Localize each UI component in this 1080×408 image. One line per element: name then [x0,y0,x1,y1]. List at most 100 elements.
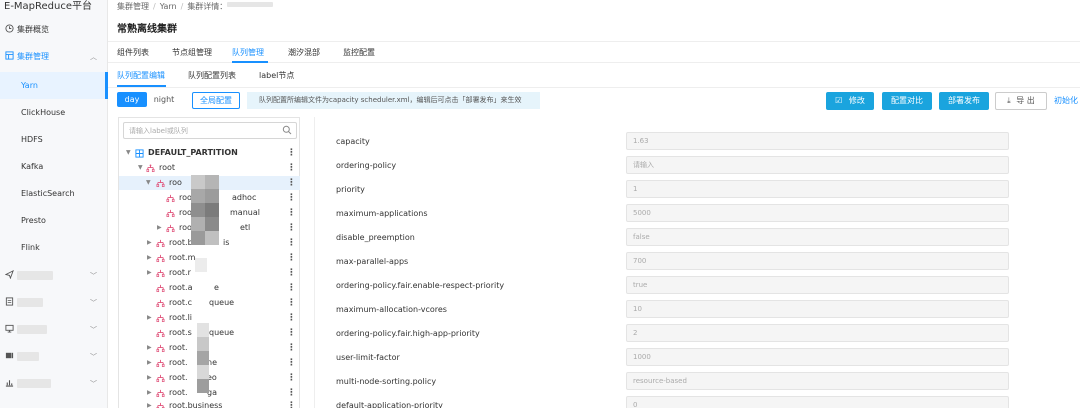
tree-node-14[interactable]: ▶ root. ne ⋮ [119,356,300,370]
field-input[interactable]: false [626,228,1009,246]
sidebar-item-collapsed-2[interactable]: ﹀ [0,289,107,316]
more-icon[interactable]: ⋮ [287,176,296,190]
night-toggle[interactable]: night [147,92,181,107]
sidebar-item-overview[interactable]: 集群概览 [0,16,107,43]
more-icon[interactable]: ⋮ [287,399,296,408]
field-input[interactable]: 5000 [626,204,1009,222]
field-input[interactable]: 1.63 [626,132,1009,150]
more-icon[interactable]: ⋮ [287,266,296,280]
tab-label-nodes[interactable]: label节点 [259,70,294,81]
chevron-down-icon: ﹀ [90,353,97,361]
field-input[interactable]: true [626,276,1009,294]
caret-down-icon: ▼ [146,179,151,186]
sidebar-item-flink[interactable]: Flink [0,234,107,261]
more-icon[interactable]: ⋮ [287,221,296,235]
edit-button[interactable]: ☑ 修改 [826,92,874,110]
day-toggle[interactable]: day [117,92,147,107]
tree-node-business[interactable]: ▶ root.business ⋮ [119,399,300,408]
sidebar-item-collapsed-3[interactable]: ﹀ [0,316,107,343]
sidebar-item-label: Flink [21,243,40,252]
more-icon[interactable]: ⋮ [287,371,296,385]
sidebar-item-collapsed-1[interactable]: ﹀ [0,262,107,289]
tab-queue-config-list[interactable]: 队列配置列表 [188,70,236,81]
more-icon[interactable]: ⋮ [287,206,296,220]
sidebar-item-collapsed-4[interactable]: ﹀ [0,343,107,370]
sidebar-item-label: ElasticSearch [21,189,75,198]
sidebar-item-hdfs[interactable]: HDFS [0,126,107,153]
sidebar-item-elasticsearch[interactable]: ElasticSearch [0,180,107,207]
tree-node-label: DEFAULT_PARTITION [148,148,238,157]
sidebar: E-MapReduce平台 集群概览 集群管理 ︿ Yarn ClickHous… [0,0,108,408]
redaction-mosaic [191,231,205,245]
chevron-up-icon: ︿ [90,53,97,61]
deploy-button[interactable]: 部署发布 [939,92,989,110]
field-maximum-allocation-vcores: maximum-allocation-vcores 10 [315,300,1075,324]
more-icon[interactable]: ⋮ [287,341,296,355]
tab-monitor-config[interactable]: 监控配置 [343,47,375,58]
tab-node-group[interactable]: 节点组管理 [172,47,212,58]
field-label: capacity [336,137,370,146]
sidebar-item-kafka[interactable]: Kafka [0,153,107,180]
tree-node-label: root.business [169,401,223,408]
tree-node-r[interactable]: ▶ root.r ⋮ [119,266,300,280]
tab-queue-management[interactable]: 队列管理 [232,47,264,58]
cluster-icon [5,50,17,63]
tree-node-13[interactable]: ▶ root. ⋮ [119,341,300,355]
tree-node-a[interactable]: root.a e ⋮ [119,281,300,295]
field-input[interactable]: 0 [626,396,1009,408]
tree-node-root[interactable]: ▼ root ⋮ [119,161,300,175]
sidebar-item-collapsed-5[interactable]: ﹀ [0,370,107,397]
breadcrumb-yarn[interactable]: Yarn [160,2,177,11]
breadcrumb-cluster-detail: 集群详情： [187,2,228,11]
more-icon[interactable]: ⋮ [287,296,296,310]
tree-node-li[interactable]: ▶ root.li ⋮ [119,311,300,325]
queue-icon [156,314,165,323]
more-icon[interactable]: ⋮ [287,251,296,265]
more-icon[interactable]: ⋮ [287,281,296,295]
tree-node-m[interactable]: ▶ root.m ⋮ [119,251,300,265]
search-input[interactable] [124,123,274,138]
field-input[interactable]: 1000 [626,348,1009,366]
compare-config-button[interactable]: 配置对比 [882,92,932,110]
field-input[interactable]: 2 [626,324,1009,342]
init-link[interactable]: 初始化 [1054,95,1078,106]
tree-node-partition[interactable]: ▼ DEFAULT_PARTITION ⋮ [119,146,300,160]
gallery-icon [5,351,17,363]
sidebar-item-label: 集群管理 [17,52,49,61]
tab-queue-config-edit[interactable]: 队列配置编辑 [117,70,165,81]
field-enable-respect-priority: ordering-policy.fair.enable-respect-prio… [315,276,1075,300]
tree-node-c[interactable]: root.c queue ⋮ [119,296,300,310]
redaction-mosaic [205,217,219,231]
more-icon[interactable]: ⋮ [287,311,296,325]
main-content: 集群管理 / Yarn / 集群详情： 常熟离线集群 组件列表 节点组管理 队列管理 潮… [108,0,1080,408]
tree-node-s[interactable]: root.s queue ⋮ [119,326,300,340]
more-icon[interactable]: ⋮ [287,191,296,205]
queue-icon [156,299,165,308]
field-input[interactable]: 700 [626,252,1009,270]
sidebar-item-presto[interactable]: Presto [0,207,107,234]
sidebar-item-clickhouse[interactable]: ClickHouse [0,99,107,126]
breadcrumb-cluster-management[interactable]: 集群管理 [117,2,149,11]
more-icon[interactable]: ⋮ [287,326,296,340]
field-label: default-application-priority [336,401,443,408]
global-config-button[interactable]: 全局配置 [192,92,240,109]
more-icon[interactable]: ⋮ [287,161,296,175]
more-icon[interactable]: ⋮ [287,236,296,250]
field-input[interactable]: 请输入 [626,156,1009,174]
caret-right-icon: ▶ [147,269,152,276]
field-input[interactable]: resource-based [626,372,1009,390]
field-input[interactable]: 1 [626,180,1009,198]
more-icon[interactable]: ⋮ [287,146,296,160]
tree-node-15[interactable]: ▶ root. eo ⋮ [119,371,300,385]
sidebar-item-label: ClickHouse [21,108,66,117]
more-icon[interactable]: ⋮ [287,386,296,400]
more-icon[interactable]: ⋮ [287,356,296,370]
tab-tidal-mix[interactable]: 潮汐混部 [288,47,320,58]
tab-component-list[interactable]: 组件列表 [117,47,149,58]
field-input[interactable]: 10 [626,300,1009,318]
sidebar-item-cluster-management[interactable]: 集群管理 ︿ [0,43,107,70]
export-button[interactable]: ⤓ 导 出 [995,92,1047,110]
tree-node-label: roo [169,178,182,187]
sidebar-item-yarn[interactable]: Yarn [0,72,108,99]
tree-node-16[interactable]: ▶ root. ga ⋮ [119,386,300,400]
